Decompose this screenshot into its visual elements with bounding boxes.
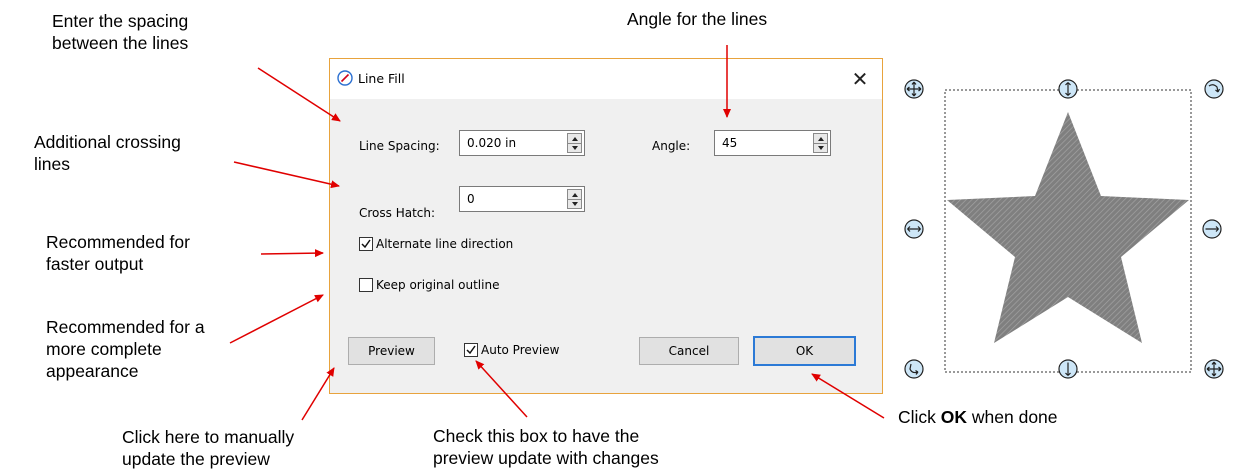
arrow-cross-hatch bbox=[233, 161, 340, 189]
line-fill-icon bbox=[337, 70, 353, 86]
line-fill-dialog: Line Fill ✕ Line Spacing: 0.020 in Angle… bbox=[329, 58, 883, 394]
annotation-faster-output: Recommended for faster output bbox=[46, 232, 190, 274]
cross-hatch-label: Cross Hatch: bbox=[359, 206, 436, 220]
preview-canvas bbox=[944, 89, 1192, 373]
cancel-button[interactable]: Cancel bbox=[639, 337, 739, 365]
keep-outline-checkbox[interactable] bbox=[359, 278, 373, 292]
checkmark-icon bbox=[361, 239, 371, 249]
keep-outline-label[interactable]: Keep original outline bbox=[376, 278, 499, 292]
auto-preview-label[interactable]: Auto Preview bbox=[481, 343, 559, 357]
cross-hatch-input[interactable]: 0 bbox=[459, 186, 585, 212]
move-handle-icon[interactable] bbox=[1204, 359, 1224, 379]
dialog-title: Line Fill bbox=[358, 71, 405, 86]
arrow-spacing bbox=[257, 67, 341, 122]
annotation-cross-hatch: Additional crossing lines bbox=[34, 132, 181, 174]
star-shape[interactable] bbox=[947, 112, 1189, 343]
arrow-complete bbox=[229, 294, 324, 344]
title-bar: Line Fill ✕ bbox=[330, 59, 882, 99]
cross-hatch-stepper[interactable] bbox=[567, 189, 582, 209]
close-icon: ✕ bbox=[851, 67, 869, 91]
annotation-manual-preview: Click here to manually update the previe… bbox=[122, 427, 295, 469]
line-spacing-value: 0.020 in bbox=[467, 136, 517, 150]
resize-vertical-handle-icon[interactable] bbox=[1058, 79, 1078, 99]
close-button[interactable]: ✕ bbox=[844, 65, 876, 93]
annotation-complete-appearance: Recommended for a more complete appearan… bbox=[46, 317, 205, 381]
line-spacing-label: Line Spacing: bbox=[359, 139, 440, 153]
rotate-handle-icon[interactable] bbox=[1204, 79, 1224, 99]
move-handle-icon[interactable] bbox=[904, 79, 924, 99]
angle-label: Angle: bbox=[652, 139, 691, 153]
annotation-auto-preview: Check this box to have the preview updat… bbox=[433, 426, 659, 468]
alternate-direction-label[interactable]: Alternate line direction bbox=[376, 237, 513, 251]
decrement-icon[interactable] bbox=[568, 199, 581, 208]
decrement-icon[interactable] bbox=[814, 143, 827, 152]
decrement-icon[interactable] bbox=[568, 143, 581, 152]
angle-stepper[interactable] bbox=[813, 133, 828, 153]
ok-button[interactable]: OK bbox=[753, 336, 856, 366]
alternate-direction-checkbox[interactable] bbox=[359, 237, 373, 251]
line-spacing-stepper[interactable] bbox=[567, 133, 582, 153]
checkmark-icon bbox=[466, 345, 476, 355]
line-spacing-input[interactable]: 0.020 in bbox=[459, 130, 585, 156]
annotation-spacing: Enter the spacing between the lines bbox=[52, 11, 189, 53]
arrow-faster bbox=[260, 249, 324, 258]
preview-button[interactable]: Preview bbox=[348, 337, 435, 365]
angle-input[interactable]: 45 bbox=[714, 130, 831, 156]
resize-vertical-handle-icon[interactable] bbox=[1058, 359, 1078, 379]
annotation-angle: Angle for the lines bbox=[627, 9, 768, 29]
cross-hatch-value: 0 bbox=[467, 192, 475, 206]
rotate-handle-icon[interactable] bbox=[904, 359, 924, 379]
resize-horizontal-handle-icon[interactable] bbox=[1202, 219, 1222, 239]
angle-value: 45 bbox=[722, 136, 738, 150]
annotation-ok: Click OK when done bbox=[898, 407, 1058, 427]
auto-preview-checkbox[interactable] bbox=[464, 343, 478, 357]
resize-horizontal-handle-icon[interactable] bbox=[904, 219, 924, 239]
